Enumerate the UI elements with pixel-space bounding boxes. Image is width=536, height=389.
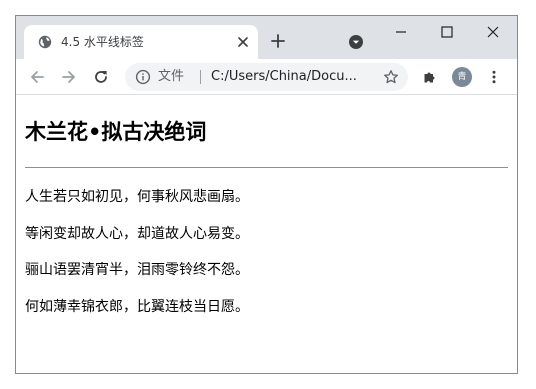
new-tab-button[interactable] bbox=[270, 33, 286, 49]
poem-line: 骊山语罢清宵半，泪雨零铃终不怨。 bbox=[25, 262, 249, 278]
forward-arrow-icon[interactable] bbox=[61, 69, 77, 85]
browser-toolbar: 文件 C:/Users/China/Docu... 青 bbox=[16, 59, 517, 95]
page-heading: 木兰花•拟古决绝词 bbox=[25, 120, 207, 144]
address-bar[interactable]: 文件 C:/Users/China/Docu... bbox=[125, 63, 408, 91]
page-content: 木兰花•拟古决绝词 人生若只如初见，何事秋风悲画扇。 等闲变却故人心，却道故人心… bbox=[16, 96, 517, 373]
star-icon[interactable] bbox=[383, 69, 399, 85]
browser-tab[interactable]: 4.5 水平线标签 bbox=[24, 25, 258, 59]
info-icon[interactable] bbox=[135, 69, 151, 85]
file-scheme-label: 文件 bbox=[158, 69, 185, 84]
back-arrow-icon[interactable] bbox=[29, 69, 45, 85]
poem-line: 何如薄幸锦衣郎，比翼连枝当日愿。 bbox=[25, 299, 249, 315]
more-vert-icon[interactable] bbox=[486, 69, 502, 85]
omnibox-divider bbox=[200, 70, 201, 84]
maximize-button[interactable] bbox=[439, 24, 455, 40]
tab-strip: 4.5 水平线标签 bbox=[16, 16, 517, 59]
tab-title: 4.5 水平线标签 bbox=[61, 35, 144, 49]
poem-line: 人生若只如初见，何事秋风悲画扇。 bbox=[25, 189, 249, 205]
window-close-button[interactable] bbox=[485, 24, 501, 40]
globe-icon bbox=[38, 35, 52, 49]
browser-window: 4.5 水平线标签 文件 C:/Users/China/Docu... 青 木兰… bbox=[15, 15, 518, 374]
poem-line: 等闲变却故人心，却道故人心易变。 bbox=[25, 226, 249, 242]
tab-search-button[interactable] bbox=[348, 34, 364, 50]
minimize-button[interactable] bbox=[393, 24, 409, 40]
reload-icon[interactable] bbox=[93, 69, 109, 85]
horizontal-rule bbox=[25, 167, 508, 168]
tab-close-icon[interactable] bbox=[237, 36, 249, 48]
profile-avatar[interactable]: 青 bbox=[452, 67, 472, 87]
url-text[interactable]: C:/Users/China/Docu... bbox=[211, 69, 371, 85]
puzzle-icon[interactable] bbox=[422, 69, 438, 85]
